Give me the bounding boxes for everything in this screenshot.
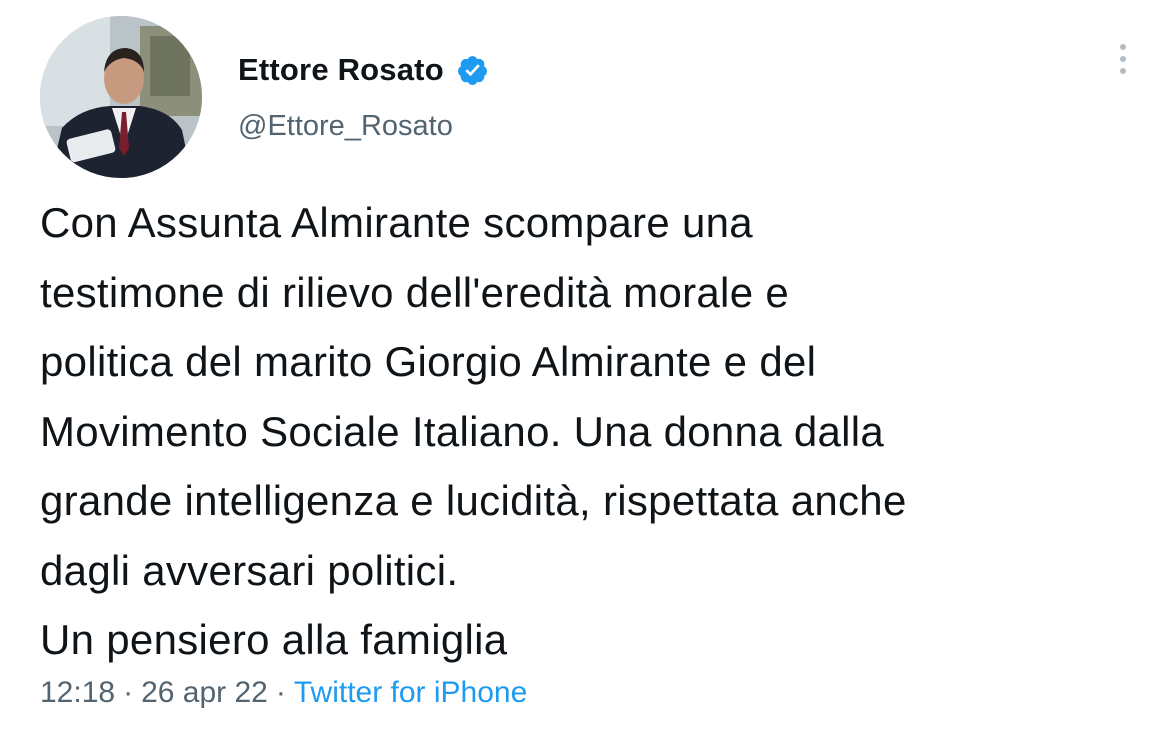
avatar[interactable] (40, 16, 202, 178)
display-name[interactable]: Ettore Rosato (238, 52, 444, 88)
tweet-line: dagli avversari politici. (40, 546, 459, 594)
tweet-line: testimone di rilievo dell'eredità morale… (40, 268, 789, 316)
handle[interactable]: @Ettore_Rosato (238, 110, 489, 143)
name-row: Ettore Rosato (238, 50, 489, 90)
verified-badge-icon (456, 54, 489, 87)
author-block: Ettore Rosato @Ettore_Rosato (238, 50, 489, 143)
tweet-source-link[interactable]: Twitter for iPhone (294, 676, 527, 710)
tweet-date[interactable]: 26 apr 22 (141, 676, 268, 710)
tweet-line: politica del marito Giorgio Almirante e … (40, 338, 817, 385)
tweet-card: Ettore Rosato @Ettore_Rosato Con Assunta… (0, 0, 1170, 744)
tweet-line: Con Assunta Almirante scompare una (40, 199, 753, 246)
tweet-meta: 12:18 · 26 apr 22 · Twitter for iPhone (40, 676, 527, 710)
tweet-text: Con Assunta Almirante scompare una testi… (40, 188, 1150, 675)
tweet-line: Movimento Sociale Italiano. Una donna da… (40, 407, 885, 455)
profile-photo (40, 16, 202, 178)
tweet-time[interactable]: 12:18 (40, 676, 115, 710)
tweet-line: Un pensiero alla famiglia (40, 616, 508, 663)
tweet-line: grande intelligenza e lucidità, rispetta… (40, 477, 907, 524)
meta-separator: · (123, 676, 134, 709)
meta-separator: · (275, 676, 286, 709)
more-vertical-icon[interactable] (1118, 44, 1128, 84)
